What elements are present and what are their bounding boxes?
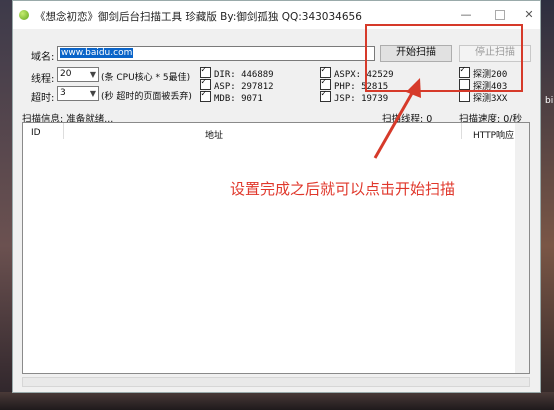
timeout-label: 超时: <box>31 93 55 104</box>
chevron-down-icon: ▼ <box>89 89 96 98</box>
window-title: 《想念初恋》御剑后台扫描工具 珍藏版 By:御剑孤独 QQ:343034656 <box>35 11 362 23</box>
maximize-icon <box>495 10 505 20</box>
threads-hint: (条 CPU核心 * 5最佳) <box>101 73 191 83</box>
timeout-value: 3 <box>60 88 66 98</box>
checkbox-probe-3xx[interactable]: 探测3XX <box>459 91 507 105</box>
column-header-http-response[interactable]: HTTP响应 <box>473 128 514 141</box>
vertical-scrollbar[interactable] <box>515 123 529 373</box>
horizontal-scrollbar[interactable] <box>22 377 530 387</box>
checkbox-label: 探测3XX <box>473 94 508 104</box>
timeout-hint: (秒 超时的页面被丢弃) <box>101 92 192 102</box>
domain-input[interactable]: www.baidu.com <box>57 46 375 61</box>
close-button[interactable]: ✕ <box>518 7 540 23</box>
results-table[interactable]: ID 地址 HTTP响应 <box>22 122 530 374</box>
maximize-button[interactable] <box>489 7 511 23</box>
checkbox-label: MDB: 9071 <box>214 94 263 104</box>
timeout-select[interactable]: 3 ▼ <box>57 86 99 101</box>
desktop-background-left <box>0 0 12 410</box>
chevron-down-icon: ▼ <box>89 70 96 79</box>
threads-label: 线程: <box>31 74 55 85</box>
checkbox-box <box>459 91 470 102</box>
checkbox-box <box>320 89 331 102</box>
desktop-background-bottom <box>0 392 554 410</box>
threads-value: 20 <box>60 69 72 79</box>
column-divider <box>63 123 64 139</box>
domain-input-value: www.baidu.com <box>60 48 134 58</box>
domain-label: 域名: <box>31 52 55 63</box>
checkbox-jsp[interactable]: JSP: 19739 <box>320 89 389 105</box>
annotation-text: 设置完成之后就可以点击开始扫描 <box>230 180 456 198</box>
column-header-id[interactable]: ID <box>31 128 41 138</box>
checkbox-box <box>200 89 211 102</box>
checkbox-mdb[interactable]: MDB: 9071 <box>200 89 263 105</box>
highlight-box <box>365 24 523 92</box>
threads-select[interactable]: 20 ▼ <box>57 67 99 82</box>
desktop-background-right <box>540 0 554 410</box>
column-header-address[interactable]: 地址 <box>205 128 223 141</box>
minimize-button[interactable]: — <box>455 7 477 23</box>
column-divider <box>461 123 462 139</box>
checkbox-label: JSP: 19739 <box>334 94 389 104</box>
app-icon <box>19 10 29 20</box>
background-text: bi <box>545 96 554 106</box>
